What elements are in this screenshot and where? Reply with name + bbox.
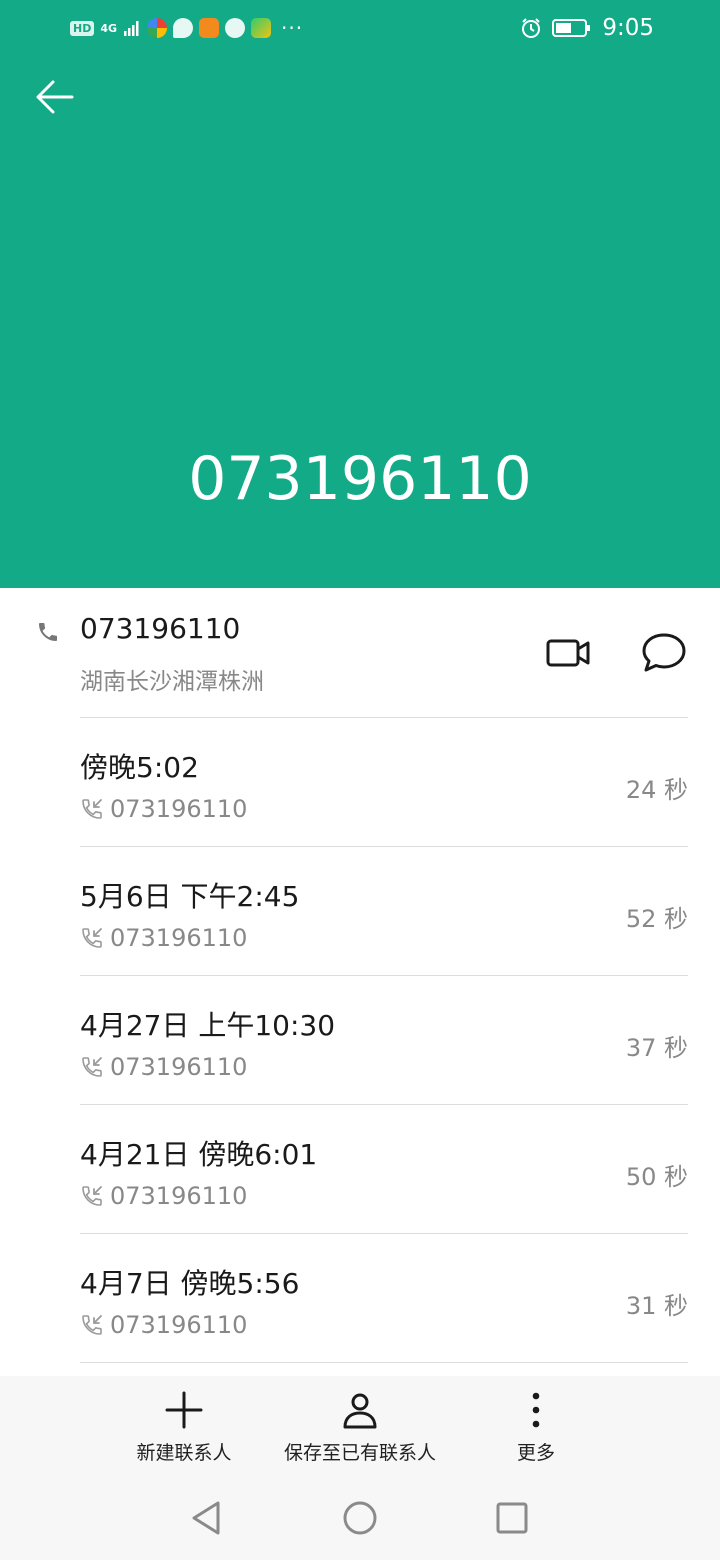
save-to-existing-contact-button[interactable]: 保存至已有联系人 <box>270 1390 450 1470</box>
back-button[interactable] <box>30 72 80 122</box>
call-log-item[interactable]: 4月27日 上午10:30 073196110 37 秒 <box>0 976 720 1105</box>
circle-home-icon <box>343 1501 377 1535</box>
more-notifications-icon: ··· <box>281 16 304 40</box>
more-vertical-icon <box>532 1392 540 1428</box>
app-notification-icon <box>147 18 168 38</box>
triangle-back-icon <box>192 1501 220 1535</box>
call-duration: 50 秒 <box>625 1163 688 1191</box>
hd-badge: HD <box>70 20 95 36</box>
incoming-call-icon <box>82 1057 102 1077</box>
square-recents-icon <box>496 1502 528 1534</box>
incoming-call-icon <box>82 1315 102 1335</box>
incoming-call-icon <box>82 1186 102 1206</box>
contact-phone-number: 073196110 <box>80 612 241 645</box>
battery-icon <box>552 19 591 37</box>
call-log-item[interactable]: 5月6日 下午2:45 073196110 52 秒 <box>0 847 720 976</box>
call-detail: 073196110 <box>80 1181 247 1211</box>
save-to-existing-contact-label: 保存至已有联系人 <box>283 1442 436 1464</box>
call-duration: 24 秒 <box>625 776 688 804</box>
incoming-call-icon <box>82 799 102 819</box>
status-right-icons: 9:05 <box>520 14 654 42</box>
status-left-icons: HD 4G ··· <box>70 14 303 42</box>
video-app-notification-icon <box>251 18 272 38</box>
divider <box>80 1362 688 1363</box>
action-bar: 新建联系人 保存至已有联系人 更多 <box>0 1376 720 1476</box>
call-time: 4月21日 傍晚6:01 <box>80 1138 318 1171</box>
call-time: 5月6日 下午2:45 <box>80 880 300 913</box>
message-button[interactable] <box>640 630 688 676</box>
call-time: 4月27日 上午10:30 <box>80 1009 336 1042</box>
more-button[interactable]: 更多 <box>496 1390 576 1470</box>
nav-recents-button[interactable] <box>492 1498 532 1538</box>
call-number: 073196110 <box>110 1053 248 1081</box>
call-number: 073196110 <box>110 1182 248 1210</box>
call-detail: 073196110 <box>80 1310 247 1340</box>
new-contact-label: 新建联系人 <box>136 1442 232 1464</box>
nav-back-button[interactable] <box>186 1498 226 1538</box>
sync-notification-icon <box>225 18 246 38</box>
clock: 9:05 <box>602 15 654 41</box>
signal-icon <box>124 21 139 36</box>
contact-header: HD 4G ··· 9:05 073196110 <box>0 0 720 588</box>
alarm-icon <box>522 18 541 38</box>
status-bar: HD 4G ··· 9:05 <box>0 0 720 56</box>
call-log-item[interactable]: 傍晚5:02 073196110 24 秒 <box>0 718 720 847</box>
number-row[interactable] <box>0 588 720 718</box>
message-bubble-icon <box>642 633 686 672</box>
nav-home-button[interactable] <box>340 1498 380 1538</box>
call-duration: 52 秒 <box>625 905 688 933</box>
back-arrow-icon <box>36 80 74 114</box>
call-log-item[interactable]: 4月7日 傍晚5:56 073196110 31 秒 <box>0 1234 720 1363</box>
plus-icon <box>165 1391 203 1429</box>
browser-notification-icon <box>199 18 220 38</box>
call-time: 4月7日 傍晚5:56 <box>80 1267 300 1300</box>
call-number: 073196110 <box>110 795 248 823</box>
call-number: 073196110 <box>110 924 248 952</box>
contact-location: 湖南长沙湘潭株洲 <box>80 669 264 695</box>
call-number: 073196110 <box>110 1311 248 1339</box>
network-type: 4G <box>100 21 118 35</box>
call-detail: 073196110 <box>80 1052 247 1082</box>
person-icon <box>343 1393 377 1429</box>
phone-icon <box>39 623 57 641</box>
new-contact-button[interactable]: 新建联系人 <box>124 1390 244 1470</box>
video-call-button[interactable] <box>544 634 592 672</box>
call-time: 傍晚5:02 <box>80 751 199 784</box>
more-label: 更多 <box>516 1442 555 1464</box>
incoming-call-icon <box>82 928 102 948</box>
video-camera-icon <box>546 639 590 667</box>
call-detail: 073196110 <box>80 923 247 953</box>
call-detail: 073196110 <box>80 794 247 824</box>
call-duration: 37 秒 <box>625 1034 688 1062</box>
system-navigation-bar <box>0 1476 720 1560</box>
chat-notification-icon <box>173 18 194 38</box>
call-log-item[interactable]: 4月21日 傍晚6:01 073196110 50 秒 <box>0 1105 720 1234</box>
header-phone-number: 073196110 <box>188 444 532 514</box>
call-duration: 31 秒 <box>625 1292 688 1320</box>
